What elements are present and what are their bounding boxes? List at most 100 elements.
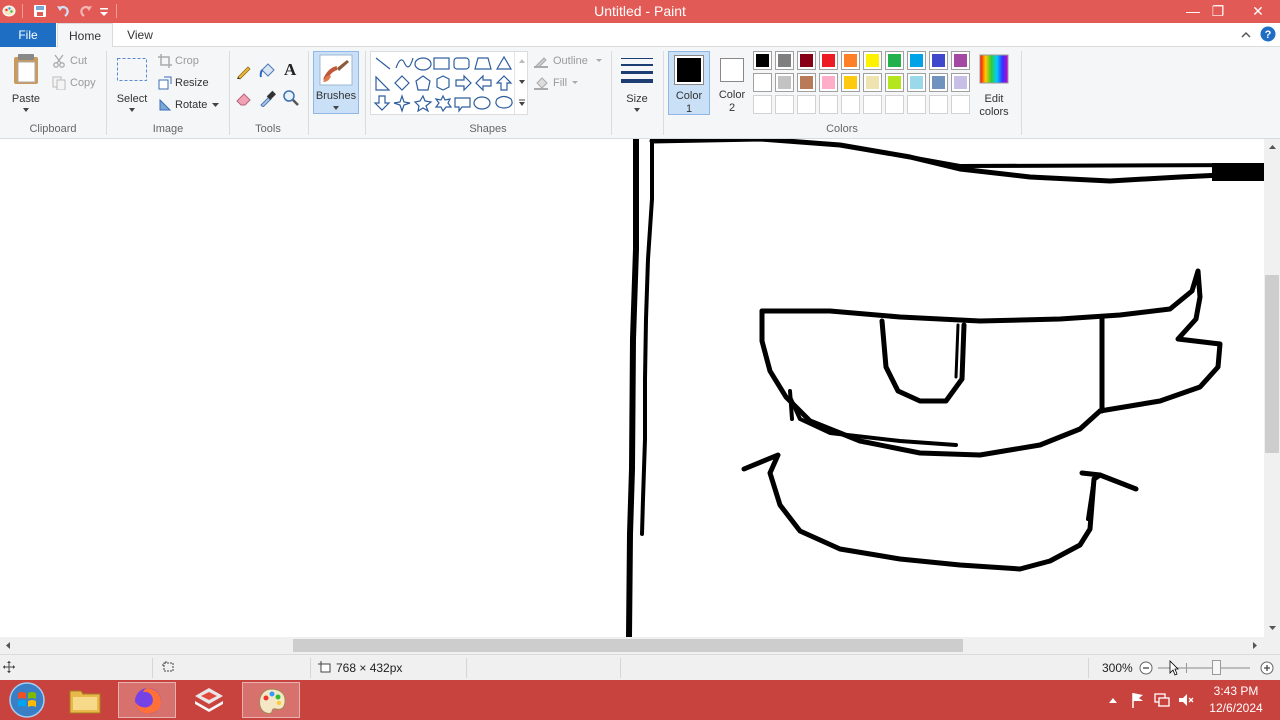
shapes-scroll[interactable] (514, 52, 528, 114)
scroll-up-arrow-icon[interactable] (1268, 144, 1277, 150)
tab-home[interactable]: Home (57, 23, 113, 48)
action-center-flag-icon[interactable] (1130, 691, 1146, 709)
horizontal-scroll-thumb[interactable] (293, 639, 963, 652)
color-swatch[interactable] (753, 73, 772, 92)
color-swatch[interactable] (797, 51, 816, 70)
color2-label-line1: Color (718, 89, 746, 101)
color-swatch[interactable] (929, 73, 948, 92)
pencil-icon[interactable] (235, 62, 253, 80)
status-bar: 768 × 432px 300% (0, 654, 1280, 680)
color-swatch[interactable] (775, 51, 794, 70)
scroll-down-arrow-icon[interactable] (1268, 625, 1277, 631)
color1-button[interactable]: Color 1 (668, 51, 710, 115)
taskbar-paint[interactable] (242, 682, 300, 718)
resize-button[interactable]: Resize (158, 75, 224, 93)
select-dropdown-icon (129, 108, 135, 112)
custom-color-slot[interactable] (775, 95, 794, 114)
mouse-cursor-icon (1169, 660, 1179, 676)
zoom-slider-thumb[interactable] (1212, 660, 1221, 675)
maximize-button[interactable]: ❐ (1203, 0, 1233, 23)
rotate-button[interactable]: Rotate (158, 97, 224, 115)
swatch-color (822, 76, 835, 89)
color-swatch[interactable] (929, 51, 948, 70)
zoom-in-icon[interactable] (1260, 661, 1274, 675)
crop-button[interactable]: Crop (158, 53, 224, 71)
fill-bucket-icon[interactable] (258, 62, 276, 80)
swatch-color (954, 76, 967, 89)
color-picker-icon[interactable] (258, 89, 276, 107)
custom-color-slot[interactable] (819, 95, 838, 114)
color-swatch[interactable] (841, 73, 860, 92)
volume-muted-icon[interactable] (1177, 691, 1195, 709)
brushes-button[interactable]: Brushes (313, 51, 359, 114)
custom-color-slot[interactable] (907, 95, 926, 114)
help-icon[interactable]: ? (1260, 26, 1276, 42)
close-button[interactable]: ✕ (1240, 0, 1276, 23)
outline-button[interactable]: Outline (534, 53, 606, 71)
paste-button[interactable]: Paste (6, 51, 46, 117)
window-title: Untitled - Paint (594, 3, 686, 19)
color-swatch[interactable] (753, 51, 772, 70)
scroll-right-arrow-icon[interactable] (1252, 641, 1258, 650)
custom-color-slot[interactable] (863, 95, 882, 114)
copy-button[interactable]: Copy (52, 75, 104, 93)
network-icon[interactable] (1153, 691, 1171, 709)
rotate-icon (159, 98, 172, 111)
select-button[interactable]: Select (112, 51, 152, 117)
color2-button[interactable]: Color 2 (712, 51, 752, 115)
swatch-color (844, 54, 857, 67)
custom-color-slot[interactable] (929, 95, 948, 114)
shapes-gallery[interactable] (370, 51, 528, 115)
color-swatch[interactable] (819, 51, 838, 70)
color-swatch[interactable] (951, 51, 970, 70)
zoom-out-icon[interactable] (1139, 661, 1153, 675)
color-swatch[interactable] (797, 73, 816, 92)
color2-preview (720, 58, 744, 82)
magnifier-icon[interactable] (282, 89, 300, 107)
shapes-icons (373, 55, 513, 113)
taskbar-file-explorer[interactable] (56, 682, 114, 718)
image-group-label: Image (152, 123, 184, 135)
color-swatch[interactable] (841, 51, 860, 70)
scroll-left-arrow-icon[interactable] (5, 641, 11, 650)
eraser-icon[interactable] (235, 89, 253, 107)
rotate-label: Rotate (175, 99, 208, 111)
custom-color-slot[interactable] (753, 95, 772, 114)
drawing-canvas[interactable] (0, 139, 1264, 637)
vertical-scroll-thumb[interactable] (1265, 275, 1279, 453)
clipboard-icon (14, 54, 38, 84)
color-swatch[interactable] (907, 73, 926, 92)
color-swatch[interactable] (885, 73, 904, 92)
cut-button[interactable]: Cut (52, 53, 104, 71)
color-swatch[interactable] (885, 51, 904, 70)
svg-text:?: ? (1265, 29, 1272, 41)
tab-file[interactable]: File (0, 23, 56, 47)
select-rectangle-icon (117, 58, 147, 81)
size-button[interactable]: Size (616, 51, 658, 115)
canvas-area[interactable] (0, 139, 1264, 637)
color-swatch[interactable] (819, 73, 838, 92)
custom-color-slot[interactable] (841, 95, 860, 114)
color-swatch[interactable] (863, 51, 882, 70)
custom-color-slot[interactable] (951, 95, 970, 114)
swatch-color (756, 54, 769, 67)
taskbar-firefox[interactable] (118, 682, 176, 718)
color-swatch[interactable] (775, 73, 794, 92)
custom-color-slot[interactable] (797, 95, 816, 114)
tab-view[interactable]: View (116, 23, 164, 48)
vertical-scrollbar[interactable] (1264, 139, 1280, 637)
fill-button[interactable]: Fill (534, 75, 606, 93)
color-swatch[interactable] (863, 73, 882, 92)
taskbar-app-3[interactable] (180, 682, 238, 718)
clock[interactable]: 3:43 PM 12/6/2024 (1200, 684, 1272, 715)
edit-colors-button[interactable]: Edit colors (974, 51, 1014, 118)
show-hidden-icons-icon[interactable] (1108, 696, 1118, 704)
custom-color-slot[interactable] (885, 95, 904, 114)
color-swatch[interactable] (951, 73, 970, 92)
color-swatch[interactable] (907, 51, 926, 70)
text-tool-icon[interactable]: A (284, 60, 300, 80)
start-button[interactable] (4, 681, 50, 719)
canvas-size-icon (318, 661, 331, 673)
horizontal-scrollbar[interactable] (0, 637, 1264, 654)
minimize-ribbon-icon[interactable] (1240, 29, 1252, 41)
